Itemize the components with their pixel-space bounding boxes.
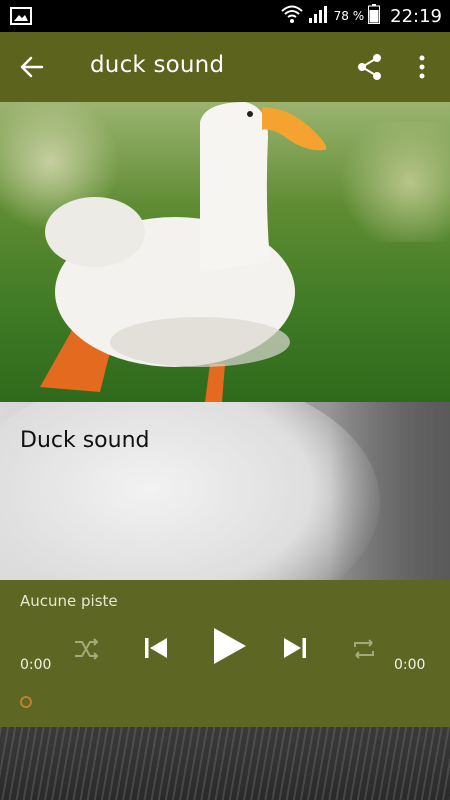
background-art — [0, 727, 450, 800]
signal-icon — [308, 4, 330, 28]
share-icon[interactable] — [355, 52, 385, 82]
wifi-icon — [280, 4, 304, 28]
seek-thumb[interactable] — [20, 696, 32, 708]
track-name: Duck sound — [20, 428, 150, 453]
track-card[interactable]: Duck sound — [0, 402, 450, 580]
duck-photo — [0, 102, 450, 402]
status-bar: 78 % 22:19 — [0, 0, 450, 32]
status-icons: 78 % 22:19 — [280, 0, 442, 32]
clock: 22:19 — [390, 5, 442, 27]
shuffle-icon[interactable] — [72, 635, 100, 663]
time-elapsed: 0:00 — [20, 657, 52, 673]
image-icon — [10, 7, 32, 29]
page-title: duck sound — [90, 52, 225, 78]
player-controls: Aucune piste 0:00 0:00 — [0, 580, 450, 727]
battery-icon — [368, 4, 381, 28]
repeat-icon[interactable] — [350, 635, 378, 663]
more-vert-icon[interactable] — [412, 52, 432, 82]
skip-previous-icon[interactable] — [141, 633, 171, 663]
skip-next-icon[interactable] — [280, 633, 310, 663]
play-icon[interactable] — [208, 624, 250, 668]
back-arrow-icon[interactable] — [18, 53, 46, 81]
current-track-label: Aucune piste — [20, 592, 118, 610]
battery-percent: 78 % — [333, 9, 365, 23]
app-bar: duck sound — [0, 32, 450, 102]
time-total: 0:00 — [394, 657, 426, 673]
